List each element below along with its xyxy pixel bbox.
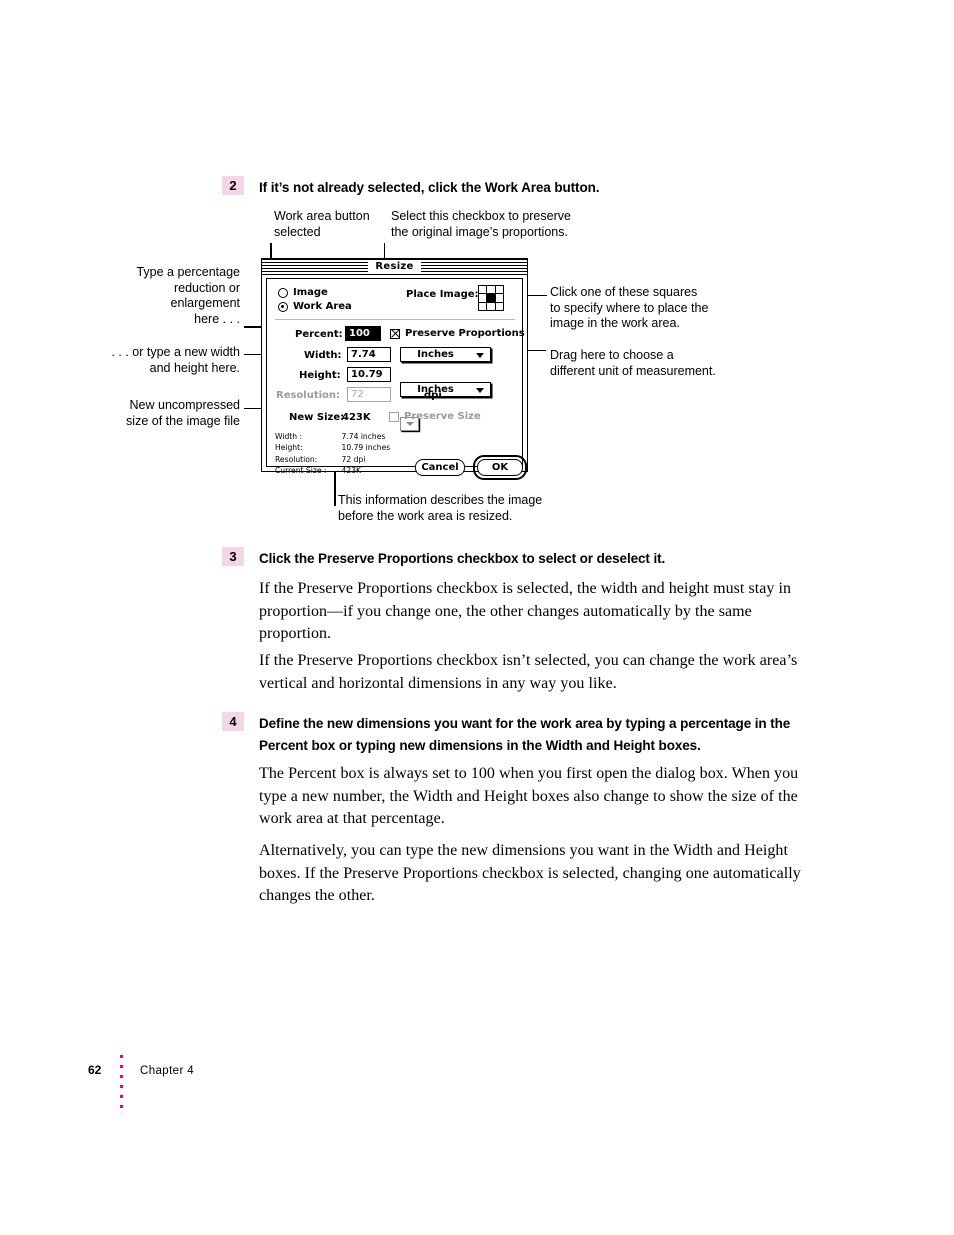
preserve-size-label: Preserve Size [404, 411, 481, 422]
info-row-resolution: Resolution: 72 dpi [275, 454, 391, 465]
step-3-paragraph-2: If the Preserve Proportions checkbox isn… [259, 652, 798, 692]
place-cell-7[interactable] [487, 302, 495, 310]
cancel-button[interactable]: Cancel [415, 459, 465, 476]
new-size-label: New Size: [289, 412, 345, 423]
height-label: Height: [299, 370, 341, 381]
new-size-value: 423K [342, 412, 371, 423]
step-heading-4: Define the new dimensions you want for t… [259, 716, 791, 753]
place-cell-6[interactable] [479, 302, 487, 310]
place-cell-0[interactable] [479, 286, 487, 294]
step-3-paragraph-1: If the Preserve Proportions checkbox is … [259, 580, 792, 643]
callout-place-squares: Click one of these squares to specify wh… [550, 285, 709, 330]
page-number: 62 [88, 1063, 102, 1077]
callout-preserve-checkbox: Select this checkbox to preserve the ori… [391, 209, 571, 239]
step-number-badge-4: 4 [222, 712, 244, 731]
chevron-down-icon [476, 353, 484, 358]
callout-info-describes: This information describes the image bef… [338, 493, 543, 523]
info-row-width: Width : 7.74 inches [275, 431, 391, 442]
radio-work-area[interactable]: Work Area [278, 301, 352, 312]
image-info-panel: Width : 7.74 inches Height: 10.79 inches… [275, 431, 391, 476]
chevron-down-icon [476, 388, 484, 393]
width-unit-popup[interactable]: Inches [400, 347, 491, 362]
info-height-label: Height: [275, 443, 303, 453]
step-4-paragraph-1: The Percent box is always set to 100 whe… [259, 765, 799, 828]
resolution-input: 72 [347, 387, 391, 402]
info-current-size-value: 423K [341, 465, 361, 475]
preserve-size-checkbox: Preserve Size [389, 411, 481, 422]
callout-new-size: New uncompressed size of the image file [126, 398, 240, 428]
resolution-unit-label: dpi [424, 390, 442, 401]
info-height-value: 10.79 inches [341, 443, 391, 453]
resize-dialog: Resize Image Work Area Place Image: Perc… [261, 258, 530, 480]
info-width-label: Width : [275, 432, 303, 441]
width-input[interactable]: 7.74 [347, 347, 391, 362]
step-heading-2: If it’s not already selected, click the … [259, 180, 600, 195]
step-heading-3: Click the Preserve Proportions checkbox … [259, 551, 666, 566]
step-number-badge-3: 3 [222, 547, 244, 566]
step-4-paragraph-2: Alternatively, you can type the new dime… [259, 842, 801, 905]
footer-dot-divider [120, 1055, 123, 1108]
percent-input[interactable]: 100 [345, 326, 381, 341]
place-cell-5[interactable] [495, 294, 503, 302]
radio-work-area-label: Work Area [293, 301, 352, 312]
width-label: Width: [304, 350, 342, 361]
chapter-label: Chapter 4 [140, 1065, 195, 1077]
place-cell-8[interactable] [495, 302, 503, 310]
place-cell-3[interactable] [479, 294, 487, 302]
preserve-size-check-indicator [389, 411, 399, 422]
dialog-titlebar[interactable]: Resize [262, 259, 527, 275]
height-input[interactable]: 10.79 [347, 367, 391, 382]
callout-work-area-button: Work area button selected [274, 209, 370, 239]
radio-image-indicator [278, 287, 288, 298]
section-divider [275, 319, 515, 320]
ok-button[interactable]: OK [477, 459, 523, 476]
width-unit-value: Inches [417, 349, 454, 360]
info-resolution-label: Resolution: [275, 454, 318, 464]
resolution-label: Resolution: [276, 390, 341, 401]
preserve-proportions-check-indicator [390, 328, 400, 339]
place-image-grid[interactable] [478, 285, 504, 311]
info-row-current-size: Current Size : 423K [275, 465, 391, 476]
place-cell-4[interactable] [487, 294, 495, 302]
place-cell-2[interactable] [495, 286, 503, 294]
callout-percentage: Type a percentage reduction or enlargeme… [136, 265, 240, 326]
radio-image-label: Image [293, 287, 328, 298]
info-resolution-value: 72 dpi [341, 454, 366, 464]
percent-label: Percent: [295, 329, 343, 340]
height-unit-popup[interactable]: Inches [400, 382, 491, 397]
place-image-label: Place Image: [406, 289, 479, 300]
chevron-down-icon [406, 422, 414, 426]
callout-unit-drag: Drag here to choose a different unit of … [550, 348, 716, 378]
ok-button-default-ring: OK [473, 455, 527, 480]
dialog-content: Image Work Area Place Image: Percent: 10… [266, 278, 527, 480]
radio-image[interactable]: Image [278, 287, 328, 298]
radio-work-area-indicator [278, 301, 288, 312]
dialog-title: Resize [368, 260, 421, 273]
preserve-proportions-checkbox[interactable]: Preserve Proportions [390, 328, 525, 339]
step-number-badge-2: 2 [222, 176, 244, 195]
preserve-proportions-label: Preserve Proportions [405, 328, 525, 339]
info-current-size-label: Current Size : [275, 465, 327, 475]
callout-width-height: . . . or type a new width and height her… [111, 345, 240, 375]
info-row-height: Height: 10.79 inches [275, 442, 391, 453]
info-width-value: 7.74 inches [341, 432, 386, 441]
place-cell-1[interactable] [487, 286, 495, 294]
